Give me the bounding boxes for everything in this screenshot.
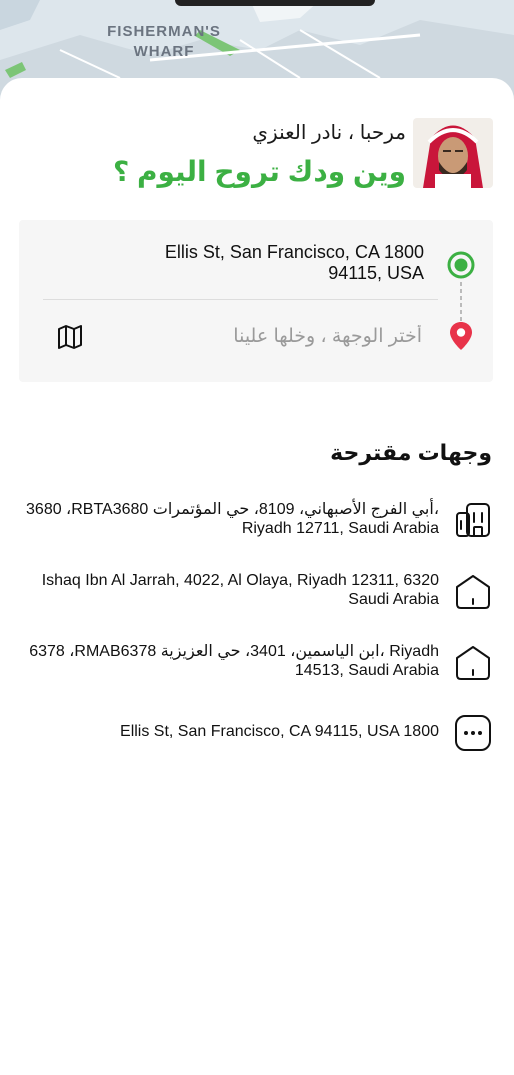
destination-input[interactable] <box>110 320 422 354</box>
suggestion-address: 6378 ،RMAB6378 ابن الياسمين، 3401، حي ال… <box>29 643 439 679</box>
suggestion-item[interactable]: Ishaq Ibn Al Jarrah, 4022, Al Olaya, Riy… <box>30 571 496 621</box>
map-icon[interactable] <box>56 323 84 351</box>
suggestion-address: Ellis St, San Francisco, CA 94115, USA 1… <box>120 723 439 740</box>
suggestion-item[interactable]: 3680 ،RBTA3680 أبي الفرج الأصبهاني، 8109… <box>26 500 496 550</box>
greeting-text: مرحبا ، نادر العنزي <box>252 122 406 144</box>
suggestion-address: 3680 ،RBTA3680 أبي الفرج الأصبهاني، 8109… <box>26 501 439 537</box>
home-icon <box>456 575 490 609</box>
home-icon <box>456 646 490 680</box>
map-place-label: FISHERMAN'S WHARF <box>107 23 221 60</box>
origin-address[interactable]: Ellis St, San Francisco, CA 1800 94115, … <box>124 242 424 284</box>
page-title: وين ودك تروح اليوم ؟ <box>112 156 406 187</box>
suggestions-title: وجهات مقترحة <box>330 440 492 465</box>
suggestion-address: Ishaq Ibn Al Jarrah, 4022, Al Olaya, Riy… <box>41 572 439 608</box>
divider <box>43 299 438 300</box>
suggestion-item[interactable]: Ellis St, San Francisco, CA 94115, USA 1… <box>30 715 496 772</box>
route-connector <box>460 282 462 322</box>
avatar[interactable] <box>413 118 493 188</box>
more-icon <box>455 715 491 751</box>
origin-marker-icon <box>447 251 475 279</box>
status-pill <box>175 0 375 6</box>
avatar-image <box>413 118 493 188</box>
suggestion-item[interactable]: 6378 ،RMAB6378 ابن الياسمين، 3401، حي ال… <box>29 642 496 692</box>
building-icon <box>456 503 490 537</box>
destination-pin-icon <box>450 322 472 350</box>
